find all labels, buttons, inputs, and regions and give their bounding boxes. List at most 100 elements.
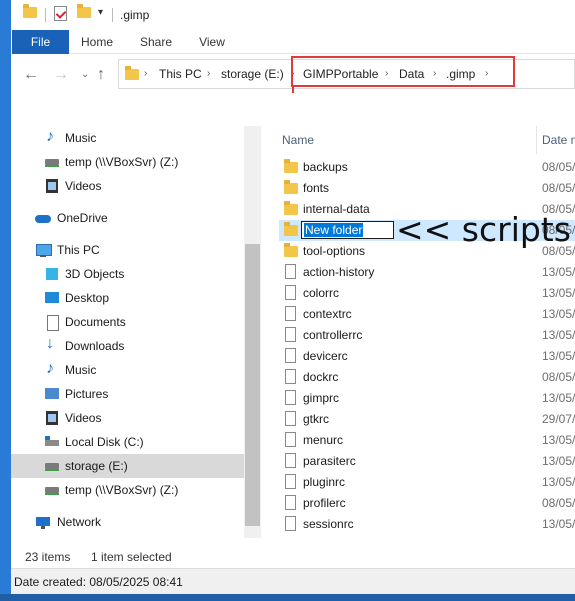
breadcrumb-storage[interactable]: storage (E:) — [221, 67, 284, 81]
sidebar-item-label: Downloads — [65, 339, 125, 353]
file-name: sessionrc — [303, 517, 354, 531]
tab-home[interactable]: Home — [75, 30, 119, 54]
music-icon — [44, 128, 60, 146]
file-row[interactable]: fonts 08/05/ — [279, 178, 575, 199]
sidebar-item-label: Documents — [65, 315, 126, 329]
file-icon — [285, 327, 296, 342]
file-row[interactable]: backups 08/05/ — [279, 157, 575, 178]
file-date: 13/05/ — [542, 286, 575, 300]
navigation-pane: Music temp (\\VBoxSvr) (Z:) Videos OneDr… — [11, 126, 261, 538]
sidebar-scrollbar-thumb[interactable] — [245, 244, 260, 526]
file-icon — [285, 264, 296, 279]
file-icon — [285, 348, 296, 363]
breadcrumb-separator[interactable]: › — [144, 68, 147, 79]
network-drive-icon — [44, 482, 60, 498]
sidebar-item-downloads[interactable]: Downloads — [11, 334, 244, 358]
sidebar-item-documents[interactable]: Documents — [11, 310, 244, 334]
file-row[interactable]: dockrc 08/05/ — [279, 367, 575, 388]
sidebar-item-videos[interactable]: Videos — [11, 174, 244, 198]
sidebar-item-music[interactable]: Music — [11, 358, 244, 382]
file-name: menurc — [303, 433, 344, 447]
sidebar-item-label: temp (\\VBoxSvr) (Z:) — [65, 155, 179, 169]
sidebar-item-storage[interactable]: storage (E:) — [11, 454, 244, 478]
new-folder-icon[interactable] — [77, 4, 91, 18]
tab-file[interactable]: File — [12, 30, 69, 54]
file-row[interactable]: sessionrc 13/05/ — [279, 514, 575, 535]
folder-icon — [284, 243, 298, 257]
column-header-name[interactable]: Name — [282, 133, 314, 147]
file-date: 08/05/ — [542, 181, 575, 195]
sidebar-item-this-pc[interactable]: This PC — [11, 238, 244, 262]
status-selection: 1 item selected — [91, 550, 172, 564]
details-date-created: Date created: 08/05/2025 08:41 — [14, 575, 183, 589]
sidebar-item-videos[interactable]: Videos — [11, 406, 244, 430]
back-arrow-icon[interactable]: ← — [23, 66, 39, 84]
file-row[interactable]: gimprc 13/05/ — [279, 388, 575, 409]
file-row[interactable]: gtkrc 29/07/ — [279, 409, 575, 430]
sidebar-item-desktop[interactable]: Desktop — [11, 286, 244, 310]
taskbar-edge — [0, 594, 575, 601]
column-header-date[interactable]: Date m — [542, 133, 575, 147]
file-row[interactable]: pluginrc 13/05/ — [279, 472, 575, 493]
videos-icon — [44, 410, 60, 426]
sidebar-item-temp-share[interactable]: temp (\\VBoxSvr) (Z:) — [11, 150, 244, 174]
sidebar-item-3d-objects[interactable]: 3D Objects — [11, 262, 244, 286]
file-icon — [285, 495, 296, 510]
file-row[interactable]: parasiterc 13/05/ — [279, 451, 575, 472]
file-date: 13/05/ — [542, 475, 575, 489]
sidebar-item-music[interactable]: Music — [11, 126, 244, 150]
file-row[interactable]: menurc 13/05/ — [279, 430, 575, 451]
3d-objects-icon — [44, 266, 60, 282]
file-row[interactable]: action-history 13/05/ — [279, 262, 575, 283]
recent-locations-chevron-icon[interactable]: ⌄ — [81, 69, 89, 80]
file-row[interactable]: devicerc 13/05/ — [279, 346, 575, 367]
sidebar-item-local-disk[interactable]: Local Disk (C:) — [11, 430, 244, 454]
folder-icon — [284, 222, 298, 236]
sidebar-item-label: Local Disk (C:) — [65, 435, 144, 449]
file-name: parasiterc — [303, 454, 356, 468]
breadcrumb-this-pc[interactable]: This PC — [159, 67, 202, 81]
sidebar-item-onedrive[interactable]: OneDrive — [11, 206, 244, 230]
file-name: tool-options — [303, 244, 366, 258]
file-date: 13/05/ — [542, 328, 575, 342]
annotation-text: << scripts — [396, 210, 571, 249]
sidebar-item-pictures[interactable]: Pictures — [11, 382, 244, 406]
up-arrow-icon[interactable]: ↑ — [97, 66, 105, 84]
sidebar-item-label: temp (\\VBoxSvr) (Z:) — [65, 483, 179, 497]
sidebar-item-temp-share[interactable]: temp (\\VBoxSvr) (Z:) — [11, 478, 244, 502]
documents-icon — [44, 314, 60, 331]
file-row[interactable]: profilerc 08/05/ — [279, 493, 575, 514]
sidebar-item-label: OneDrive — [57, 211, 108, 225]
file-name: gimprc — [303, 391, 340, 405]
file-row[interactable]: contextrc 13/05/ — [279, 304, 575, 325]
breadcrumb-separator[interactable]: › — [207, 68, 210, 79]
file-list: ⌃ Name Date m backups 08/05/ fonts 08/05… — [263, 126, 575, 544]
file-date: 08/05/ — [542, 160, 575, 174]
window-title: .gimp — [120, 8, 150, 22]
file-icon — [285, 411, 296, 426]
customize-toolbar-icon[interactable]: ▾ — [98, 7, 103, 18]
file-date: 13/05/ — [542, 517, 575, 531]
folder-icon — [125, 66, 139, 80]
file-name: gtkrc — [303, 412, 330, 426]
file-icon — [285, 453, 296, 468]
file-row[interactable]: colorrc 13/05/ — [279, 283, 575, 304]
tab-view[interactable]: View — [193, 30, 231, 54]
sidebar-item-label: Pictures — [65, 387, 109, 401]
file-name: backups — [303, 160, 348, 174]
sidebar-item-label: Desktop — [65, 291, 110, 305]
file-icon — [285, 306, 296, 321]
sidebar-scrollbar[interactable] — [244, 126, 261, 538]
forward-arrow-icon[interactable]: → — [53, 66, 69, 84]
annotation-highlight-tick — [292, 87, 294, 93]
file-date: 13/05/ — [542, 454, 575, 468]
properties-icon[interactable] — [54, 6, 67, 21]
column-divider[interactable] — [536, 126, 537, 154]
sidebar-item-network[interactable]: Network — [11, 510, 244, 534]
file-name: contextrc — [303, 307, 352, 321]
file-icon — [285, 432, 296, 447]
drive-icon — [44, 458, 60, 474]
tab-share[interactable]: Share — [135, 30, 177, 54]
rename-input[interactable]: New folder — [301, 221, 394, 239]
file-row[interactable]: controllerrc 13/05/ — [279, 325, 575, 346]
